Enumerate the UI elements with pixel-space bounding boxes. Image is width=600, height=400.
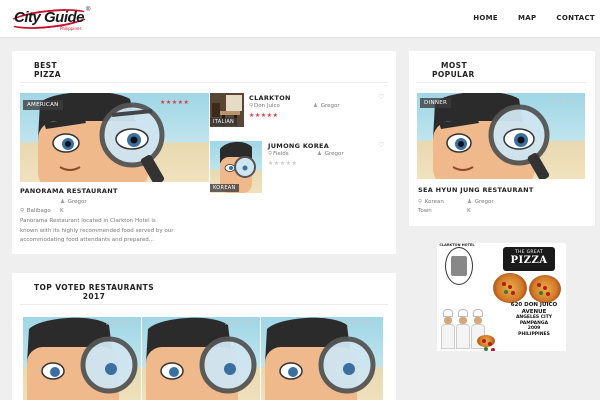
top-voted-item-image[interactable]: ★★★★★ (23, 317, 141, 400)
logo-registered-mark: ® (86, 7, 91, 13)
user-icon: ♟ (313, 103, 318, 109)
panorama-restaurant-image[interactable]: AMERICAN ★★★★★ (20, 93, 209, 182)
rating-stars: ★★★★★ (345, 321, 375, 327)
user-icon: ♟ (317, 151, 322, 157)
location-pin-icon: ⚲ (249, 103, 254, 109)
owner-meta: ♟ Gregor (60, 199, 87, 206)
city-guide-logo[interactable]: City Guide ® Philippines (7, 5, 91, 33)
sea-hyun-jung-image[interactable]: DINNER ★★★★★ (417, 93, 585, 179)
sea-hyun-location-line2: Town (418, 208, 432, 214)
jumong-location[interactable]: Fields (273, 151, 289, 157)
cartoon-detective-illustration (146, 317, 257, 400)
location-name[interactable]: Balibago (27, 208, 51, 214)
location-suffix: K (60, 208, 64, 214)
best-pizza-title: BEST PIZZA (34, 61, 61, 79)
top-voted-title-line2: 2017 (82, 292, 106, 301)
top-voted-item-image[interactable]: ★★★★★ (261, 317, 383, 400)
top-voted-title-line1: TOP VOTED RESTAURANTS (34, 283, 154, 292)
clarkton-owner-meta: ♟ Gregor (313, 103, 340, 110)
sea-hyun-owner[interactable]: Gregor (475, 199, 494, 205)
description-line: known with its highly recommended food s… (20, 227, 174, 234)
chef-figure (456, 309, 470, 349)
sea-hyun-jung-name[interactable]: SEA HYUN JUNG RESTAURANT (418, 186, 534, 194)
clarkton-rating-stars: ★★★★★ (249, 113, 279, 119)
cartoon-detective-illustration (265, 317, 376, 400)
pizza-image (493, 273, 527, 303)
best-pizza-title-line2: PIZZA (34, 70, 61, 79)
the-great-pizza-banner: THE GREAT PIZZA (503, 247, 555, 271)
clarkton-hotel-badge (445, 247, 473, 285)
top-voted-card: TOP VOTED RESTAURANTS 2017 ★★★★★ ★★★★★ ★… (12, 273, 396, 400)
clarkton-image[interactable]: ITALIAN (210, 93, 244, 127)
hotel-building-icon (451, 256, 467, 276)
jumong-owner[interactable]: Gregor (325, 151, 344, 157)
clarkton-owner[interactable]: Gregor (321, 103, 340, 109)
sea-hyun-owner-line2: K (467, 208, 471, 214)
clarkton-location[interactable]: Don Juico (254, 103, 280, 109)
clarkton-hotel-label: CLARKTON HOTEL (439, 243, 475, 247)
jumong-rating-stars: ★★★★★ (268, 161, 298, 167)
jumong-korea-image[interactable]: KOREAN (210, 141, 262, 193)
ad-address: 620 DON JUICO AVENUE ANGELES CITY PAMPAN… (505, 302, 563, 337)
top-voted-item-image[interactable]: ★★★★★ (142, 317, 260, 400)
cuisine-tag-korean[interactable]: KOREAN (210, 184, 239, 192)
top-navigation-bar: City Guide ® Philippines HOME MAP CONTAC… (0, 0, 600, 38)
heart-icon[interactable]: ♡ (378, 141, 384, 149)
best-pizza-title-line1: BEST (34, 61, 57, 70)
location-pin-icon: ⚲ (20, 208, 25, 214)
jumong-korea-name[interactable]: JUMONG KOREA (268, 142, 329, 150)
location-meta: ⚲ Balibago (20, 208, 51, 215)
rating-stars: ★★★★★ (224, 321, 254, 327)
most-popular-title: MOST POPULAR (432, 61, 475, 79)
main-nav: HOME MAP CONTACT (453, 14, 595, 22)
user-icon: ♟ (60, 199, 65, 205)
panorama-restaurant-name[interactable]: PANORAMA RESTAURANT (20, 187, 118, 195)
clarkton-location-meta: ⚲Don Juico (249, 103, 280, 110)
location-meta-second: K (60, 208, 64, 215)
rating-stars: ★★★★★ (547, 98, 577, 104)
owner-name[interactable]: Gregor (68, 199, 87, 205)
jumong-location-meta: ⚲Fields (268, 151, 289, 158)
nav-map-link[interactable]: MAP (518, 14, 536, 22)
pizza-image (477, 335, 495, 347)
panorama-description: Panorama Restaurant located in Clarkton … (20, 217, 220, 246)
most-popular-title-line2: POPULAR (432, 70, 475, 79)
jumong-owner-meta: ♟ Gregor (317, 151, 344, 158)
address-line: PHILIPPINES (518, 331, 550, 337)
address-line: 620 DON JUICO AVENUE (510, 302, 558, 315)
description-line: accommodating food attendants and prepar… (20, 237, 154, 243)
location-pin-icon: ⚲ (418, 199, 423, 205)
card-divider (20, 82, 388, 83)
cuisine-tag-dinner[interactable]: DINNER (420, 98, 452, 108)
cartoon-detective-illustration (27, 317, 138, 400)
clarkton-name[interactable]: CLARKTON (249, 94, 291, 102)
rating-stars: ★★★★★ (105, 321, 135, 327)
heart-icon[interactable]: ♡ (378, 93, 384, 101)
banner-big-text: PIZZA (510, 255, 548, 266)
rating-stars: ★★★★★ (160, 100, 190, 106)
great-pizza-advertisement[interactable]: CLARKTON HOTEL THE GREAT PIZZA 620 DON J… (437, 243, 566, 351)
card-divider (417, 82, 587, 83)
cuisine-tag-american[interactable]: AMERICAN (23, 100, 63, 110)
description-line: Panorama Restaurant located in Clarkton … (20, 218, 156, 224)
user-icon: ♟ (467, 199, 472, 205)
top-voted-title: TOP VOTED RESTAURANTS 2017 (34, 283, 154, 301)
sea-hyun-owner-meta: ♟ Gregor K (467, 199, 494, 215)
chef-figure (441, 309, 455, 349)
most-popular-title-line1: MOST (441, 61, 467, 70)
nav-home-link[interactable]: HOME (473, 14, 498, 22)
pizza-image (529, 275, 561, 303)
card-divider (20, 304, 388, 305)
logo-subtitle: Philippines (60, 26, 82, 31)
sea-hyun-location[interactable]: Korean (425, 199, 444, 205)
location-pin-icon: ⚲ (268, 151, 273, 157)
most-popular-card: MOST POPULAR DINNER ★★★★★ SEA HYUN JUNG … (409, 51, 595, 226)
logo-text: City Guide (14, 9, 85, 26)
best-pizza-card: BEST PIZZA AMERICAN ★★★★★ PANORAMA RESTA… (12, 51, 396, 254)
sea-hyun-location-meta: ⚲ Korean Town (418, 199, 444, 215)
nav-contact-link[interactable]: CONTACT (556, 14, 595, 22)
cuisine-tag-italian[interactable]: ITALIAN (210, 118, 238, 126)
